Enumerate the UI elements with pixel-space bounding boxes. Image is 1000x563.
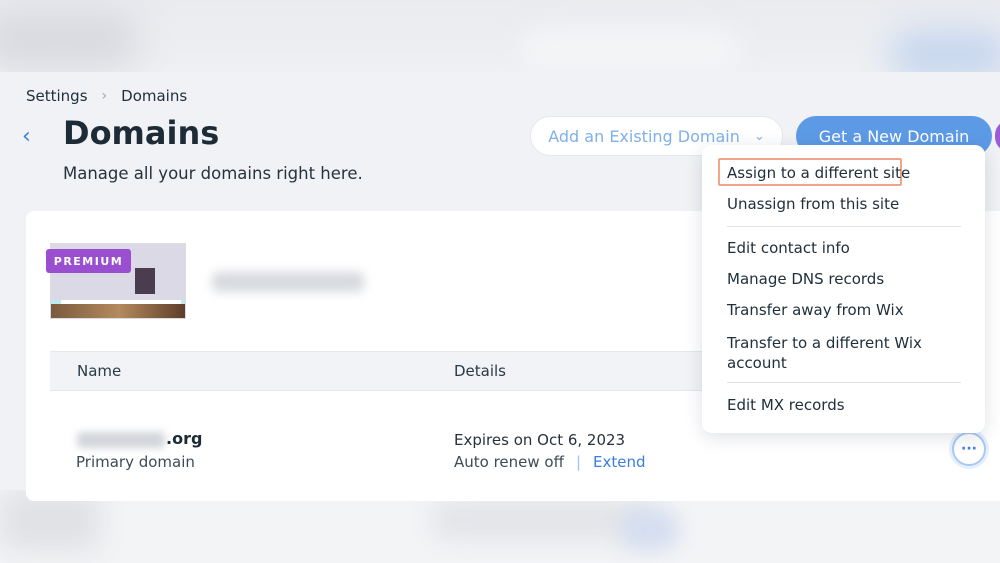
premium-badge: PREMIUM bbox=[46, 249, 131, 273]
page-title: Domains bbox=[63, 114, 220, 152]
blurred-region bbox=[890, 30, 1000, 72]
extend-link[interactable]: Extend bbox=[593, 453, 646, 471]
menu-item-edit-contact-info[interactable]: Edit contact info bbox=[727, 239, 850, 257]
blurred-region bbox=[520, 30, 740, 70]
divider: | bbox=[575, 453, 582, 471]
table-header bbox=[50, 351, 750, 391]
add-existing-domain-label: Add an Existing Domain bbox=[548, 126, 740, 146]
menu-item-transfer-away[interactable]: Transfer away from Wix bbox=[727, 301, 904, 319]
blurred-domain-name bbox=[77, 432, 165, 448]
chevron-down-icon: ⌄ bbox=[753, 128, 765, 144]
auto-renew-status: Auto renew off bbox=[454, 453, 564, 471]
expiry-date: Expires on Oct 6, 2023 bbox=[454, 431, 626, 449]
menu-divider bbox=[727, 226, 961, 227]
menu-divider bbox=[727, 382, 961, 383]
blurred-top-bar bbox=[0, 0, 1000, 72]
breadcrumb: Settings › Domains bbox=[26, 87, 187, 105]
page-subtitle: Manage all your domains right here. bbox=[63, 164, 363, 183]
domain-name: .org bbox=[166, 429, 203, 448]
blurred-site-name bbox=[212, 272, 364, 292]
chevron-right-icon: › bbox=[101, 88, 108, 104]
thumbnail-detail bbox=[51, 304, 185, 318]
domain-actions-menu bbox=[702, 145, 985, 433]
chevron-left-icon: ‹ bbox=[22, 124, 31, 149]
breadcrumb-settings[interactable]: Settings bbox=[26, 87, 88, 105]
column-header-details: Details bbox=[454, 362, 507, 380]
menu-item-edit-mx-records[interactable]: Edit MX records bbox=[727, 396, 845, 414]
back-button[interactable]: ‹ bbox=[22, 124, 42, 150]
menu-item-assign-to-different-site[interactable]: Assign to a different site bbox=[727, 164, 910, 182]
domain-type: Primary domain bbox=[76, 453, 195, 471]
more-actions-button[interactable]: ··· bbox=[952, 432, 986, 466]
menu-item-transfer-to-wix-account[interactable]: Transfer to a different Wix account bbox=[727, 333, 927, 373]
menu-item-manage-dns-records[interactable]: Manage DNS records bbox=[727, 270, 884, 288]
blurred-region bbox=[620, 510, 680, 550]
breadcrumb-domains: Domains bbox=[121, 87, 188, 105]
blurred-region bbox=[0, 10, 140, 70]
thumbnail-detail bbox=[135, 268, 155, 294]
menu-item-unassign-from-site[interactable]: Unassign from this site bbox=[727, 195, 899, 213]
renewal-info: Auto renew off | Extend bbox=[454, 453, 646, 471]
column-header-name: Name bbox=[77, 362, 122, 380]
more-horizontal-icon: ··· bbox=[961, 441, 977, 457]
